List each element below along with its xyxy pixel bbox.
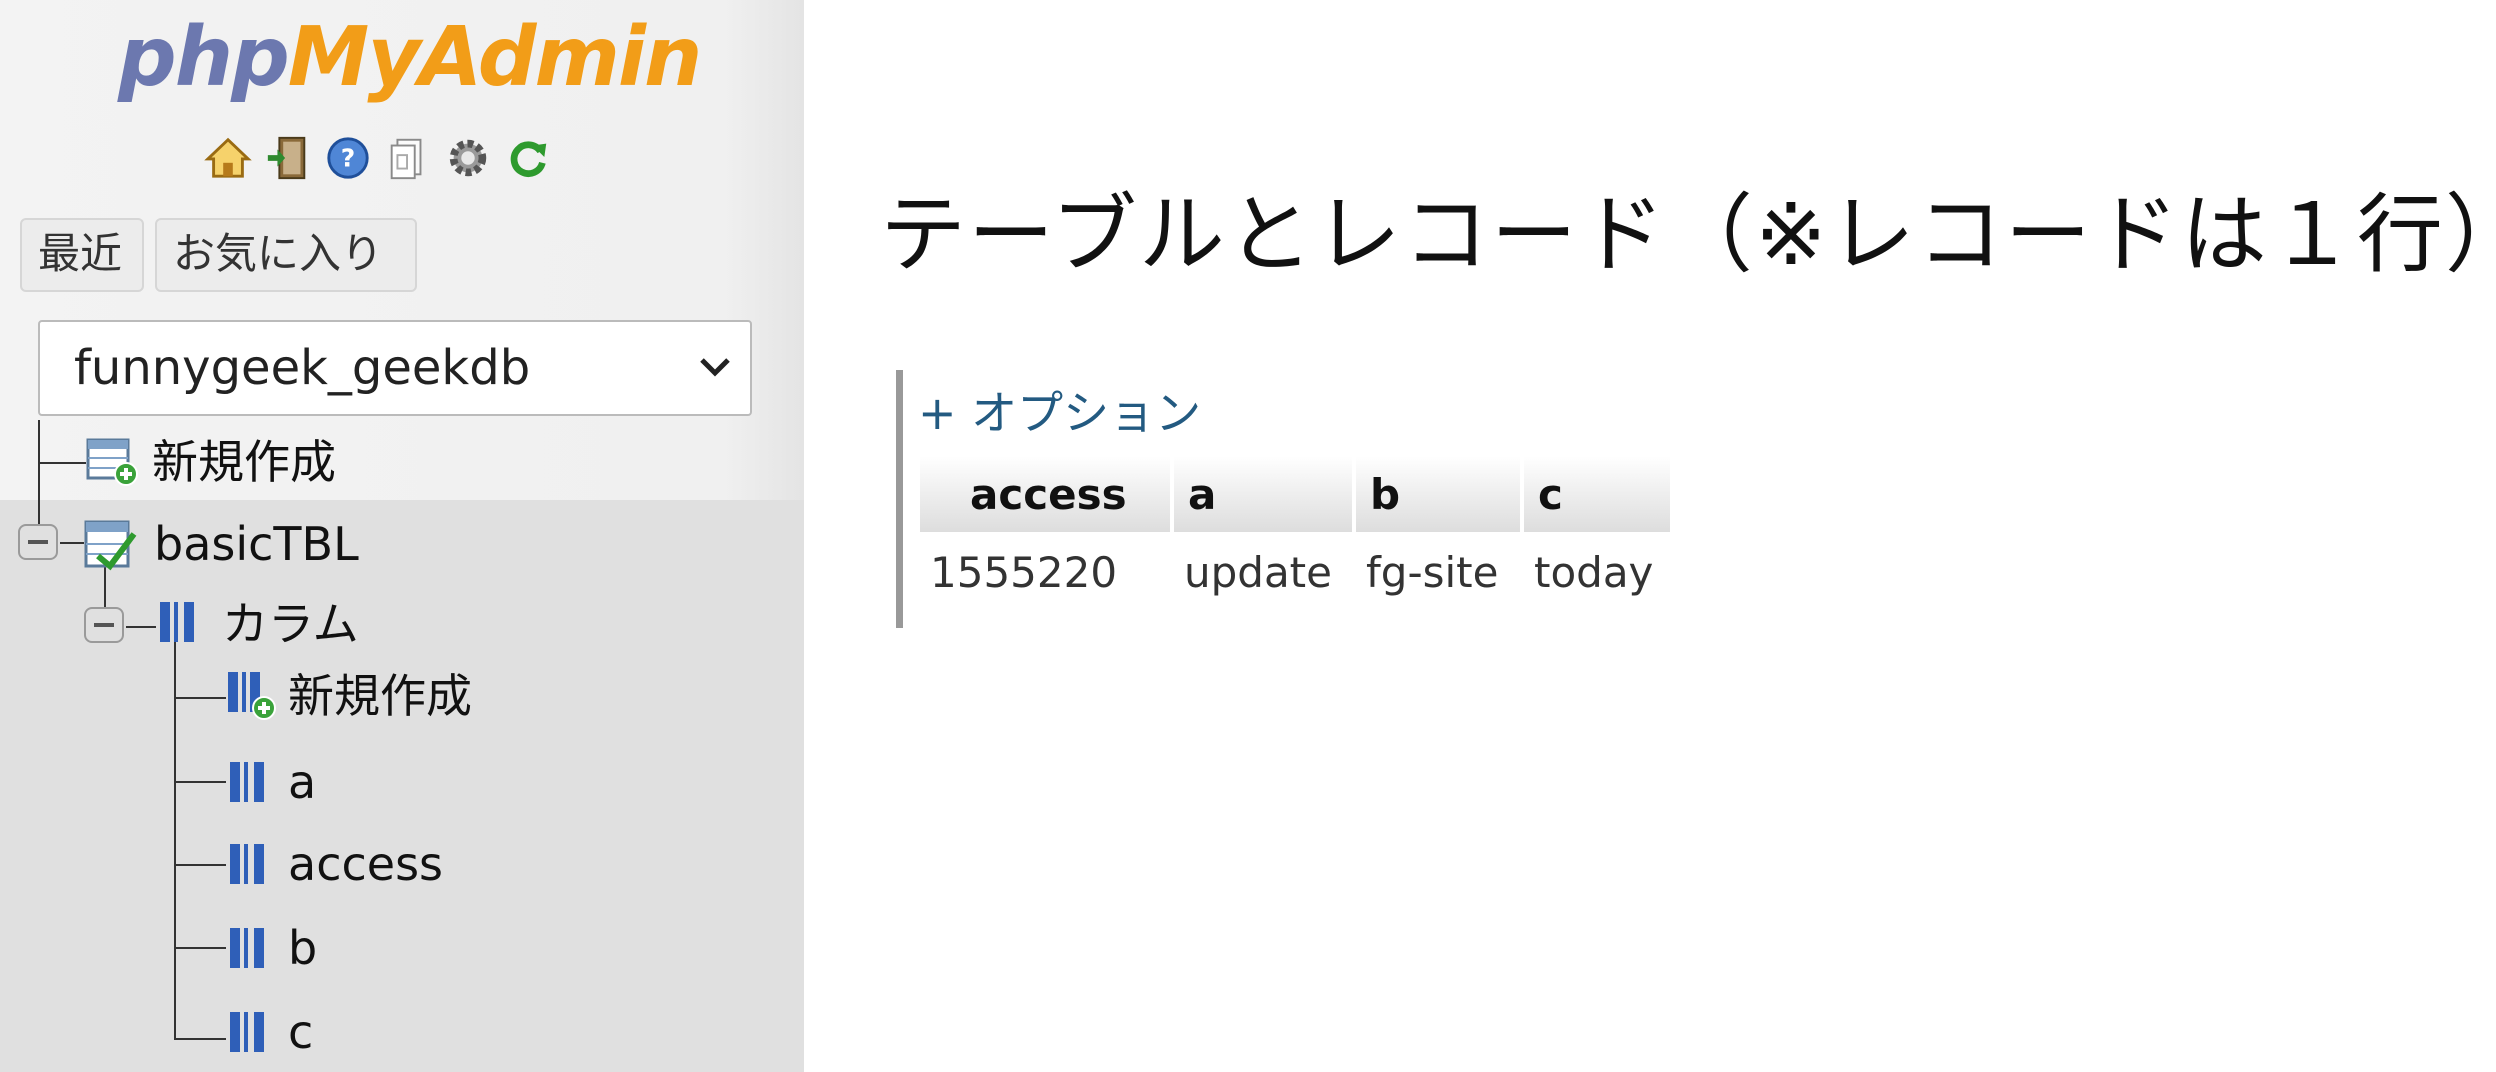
column-header-c[interactable]: c: [1524, 456, 1670, 532]
favorites-button[interactable]: お気に入り: [155, 218, 417, 292]
tree-item-table[interactable]: basicTBL: [154, 514, 359, 574]
tree-connector: [174, 864, 226, 866]
table-row: 1555220 update fg-site today: [920, 532, 1670, 612]
column-header-access[interactable]: access: [920, 456, 1170, 532]
reload-icon[interactable]: [504, 130, 552, 186]
docs-icon[interactable]: [384, 130, 432, 186]
phpmyadmin-logo[interactable]: phpMyAdmin: [118, 8, 702, 108]
tree-item-new-table[interactable]: 新規作成: [152, 432, 336, 492]
columns-icon: [160, 602, 194, 642]
table-icon[interactable]: [84, 516, 140, 572]
table-cell: fg-site: [1366, 547, 1499, 597]
collapse-toggle[interactable]: [84, 607, 124, 643]
page-heading: テーブルとレコード（※レコードは１行）: [880, 185, 2496, 285]
tree-item-column-a[interactable]: a: [288, 752, 316, 812]
table-cell: 1555220: [930, 547, 1118, 597]
tree-item-columns[interactable]: カラム: [222, 594, 359, 654]
tree-connector: [174, 781, 226, 783]
column-icon: [230, 844, 264, 884]
column-header-a[interactable]: a: [1174, 456, 1352, 532]
logo-php-text: php: [118, 10, 290, 105]
result-table: access a b c 1555220 update fg-site toda…: [916, 456, 1674, 612]
tree-selected-area: [0, 500, 804, 1072]
svg-text:?: ?: [341, 144, 355, 173]
settings-icon[interactable]: [444, 130, 492, 186]
result-left-border: [896, 370, 903, 628]
tree-connector: [174, 640, 176, 1040]
new-column-icon: [228, 672, 276, 720]
database-select[interactable]: funnygeek_geekdb: [38, 320, 752, 416]
tree-connector: [38, 420, 40, 538]
column-icon: [230, 762, 264, 802]
home-icon[interactable]: [204, 130, 252, 186]
table-cell: update: [1184, 547, 1332, 597]
tree-item-column-access[interactable]: access: [288, 834, 443, 894]
tree-item-column-c[interactable]: c: [288, 1002, 313, 1062]
tree-item-new-column[interactable]: 新規作成: [288, 666, 472, 726]
table-cell: today: [1534, 547, 1654, 597]
column-header-b[interactable]: b: [1356, 456, 1520, 532]
recent-button[interactable]: 最近: [20, 218, 144, 292]
navigation-panel: phpMyAdmin ? 最近 お気に入り funnygeek_geekdb 新…: [0, 0, 804, 1072]
column-icon: [230, 928, 264, 968]
column-icon: [230, 1012, 264, 1052]
new-table-icon: [86, 438, 138, 486]
logout-icon[interactable]: [264, 130, 312, 186]
tree-connector: [126, 626, 156, 628]
table-header-row: access a b c: [920, 456, 1670, 532]
tree-connector: [174, 697, 226, 699]
chevron-down-icon: [700, 358, 730, 377]
collapse-toggle[interactable]: [18, 524, 58, 560]
logo-myadmin-text: MyAdmin: [287, 10, 703, 105]
options-link[interactable]: + オプション: [918, 380, 1201, 446]
tree-item-column-b[interactable]: b: [288, 918, 317, 978]
tree-connector: [174, 947, 226, 949]
nav-toolbar: ?: [204, 130, 552, 190]
tree-connector: [38, 462, 86, 464]
tree-connector: [60, 542, 84, 544]
help-icon[interactable]: ?: [324, 130, 372, 186]
tree-connector: [174, 1038, 226, 1040]
database-select-value: funnygeek_geekdb: [74, 340, 531, 396]
